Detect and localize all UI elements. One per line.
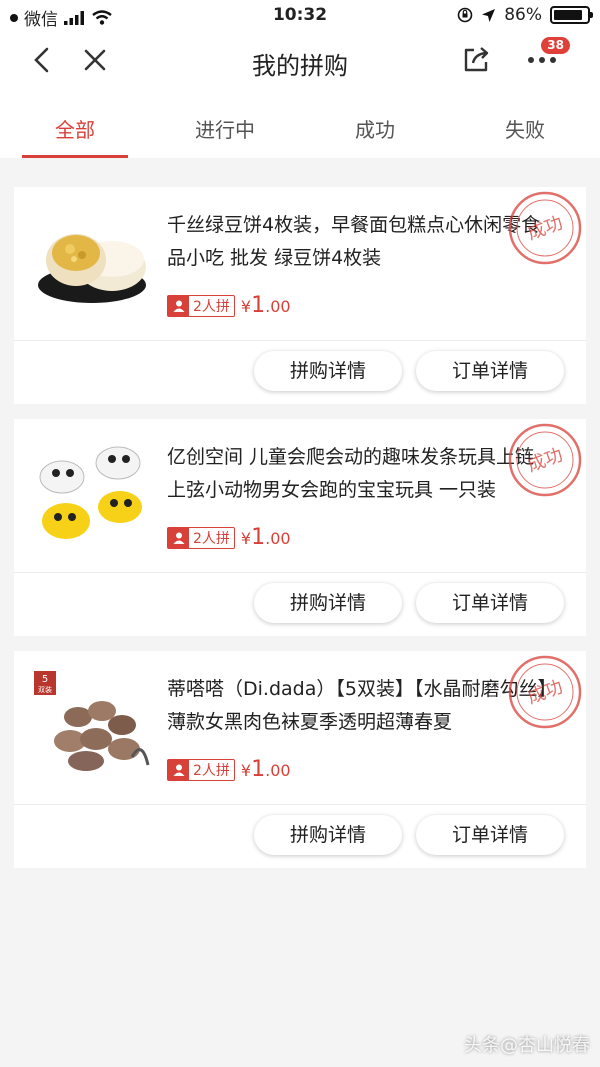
order-card[interactable]: 千丝绿豆饼4枚装，早餐面包糕点心休闲零食品小吃 批发 绿豆饼4枚装 2人拼 ¥1… <box>14 187 586 404</box>
page-title: 我的拼购 <box>252 52 348 80</box>
more-button[interactable]: 38 <box>522 37 570 80</box>
price-decimal: .00 <box>265 529 291 548</box>
price-decimal: .00 <box>265 761 291 780</box>
status-right: 86% <box>457 5 593 25</box>
order-card[interactable]: 亿创空间 儿童会爬会动的趣味发条玩具上链上弦小动物男女会跑的宝宝玩具 一只装 2… <box>14 419 586 636</box>
tab-in-progress[interactable]: 进行中 <box>150 92 300 158</box>
group-detail-button[interactable]: 拼购详情 <box>254 351 402 391</box>
stockings-image: 5 双装 <box>34 671 150 771</box>
order-detail-button[interactable]: 订单详情 <box>416 583 564 623</box>
success-stamp-icon: 成功 <box>508 655 582 729</box>
more-icon <box>528 57 556 63</box>
price-row: 2人拼 ¥1.00 <box>167 293 291 318</box>
share-button[interactable] <box>456 40 496 80</box>
battery-level-fill <box>554 10 582 20</box>
thumb-label-count: 5 <box>42 674 48 685</box>
currency-symbol: ¥ <box>240 761 252 780</box>
group-user-icon <box>168 527 189 548</box>
watermark: 头条@杏山悦春 <box>464 1035 590 1056</box>
tab-all[interactable]: 全部 <box>0 92 150 158</box>
group-detail-button[interactable]: 拼购详情 <box>254 583 402 623</box>
product-title[interactable]: 千丝绿豆饼4枚装，早餐面包糕点心休闲零食品小吃 批发 绿豆饼4枚装 <box>167 209 547 275</box>
price-decimal: .00 <box>265 297 291 316</box>
currency-symbol: ¥ <box>240 529 252 548</box>
group-size-badge: 2人拼 <box>167 526 235 549</box>
price-row: 2人拼 ¥1.00 <box>167 757 291 782</box>
battery-percent: 86% <box>504 5 542 25</box>
tab-bar: 全部 进行中 成功 失败 <box>0 92 600 158</box>
stamp-label: 成功 <box>525 444 566 476</box>
price: ¥1.00 <box>241 293 291 318</box>
location-arrow-icon <box>482 8 496 22</box>
tab-failed[interactable]: 失败 <box>450 92 600 158</box>
status-bar: 微信 10:32 86% <box>0 0 600 30</box>
stamp-label: 成功 <box>525 212 566 244</box>
notification-badge: 38 <box>541 37 570 54</box>
group-user-icon <box>168 759 189 780</box>
group-size-label: 2人拼 <box>193 298 230 315</box>
price-integer: 1 <box>251 293 266 318</box>
group-size-badge: 2人拼 <box>167 758 235 781</box>
order-card[interactable]: 5 双装 蒂嗒嗒（Di.dada）【5双装】【水晶耐磨勾丝】薄款女黑肉色袜夏季透… <box>14 651 586 868</box>
success-stamp-icon: 成功 <box>508 423 582 497</box>
group-size-label: 2人拼 <box>193 762 230 779</box>
thumb-label-pack: 双装 <box>38 685 52 694</box>
share-icon <box>464 47 489 72</box>
success-stamp-icon: 成功 <box>508 191 582 265</box>
mooncake-image <box>38 234 146 303</box>
group-detail-button[interactable]: 拼购详情 <box>254 815 402 855</box>
divider <box>14 572 586 573</box>
group-size-badge: 2人拼 <box>167 294 235 317</box>
stamp-label: 成功 <box>525 676 566 708</box>
group-user-icon <box>168 295 189 316</box>
price-integer: 1 <box>251 757 266 782</box>
divider <box>14 804 586 805</box>
order-detail-button[interactable]: 订单详情 <box>416 815 564 855</box>
divider <box>14 340 586 341</box>
price: ¥1.00 <box>241 757 291 782</box>
windup-toy-image <box>39 446 142 539</box>
product-title[interactable]: 亿创空间 儿童会爬会动的趣味发条玩具上链上弦小动物男女会跑的宝宝玩具 一只装 <box>167 441 547 507</box>
nav-bar: 我的拼购 38 <box>0 30 600 92</box>
order-detail-button[interactable]: 订单详情 <box>416 351 564 391</box>
price: ¥1.00 <box>241 525 291 550</box>
price-row: 2人拼 ¥1.00 <box>167 525 291 550</box>
orientation-lock-icon <box>457 7 473 23</box>
tab-success[interactable]: 成功 <box>300 92 450 158</box>
product-title[interactable]: 蒂嗒嗒（Di.dada）【5双装】【水晶耐磨勾丝】薄款女黑肉色袜夏季透明超薄春夏 <box>167 673 547 739</box>
price-integer: 1 <box>251 525 266 550</box>
battery-icon <box>550 6 593 24</box>
group-size-label: 2人拼 <box>193 530 230 547</box>
currency-symbol: ¥ <box>240 297 252 316</box>
